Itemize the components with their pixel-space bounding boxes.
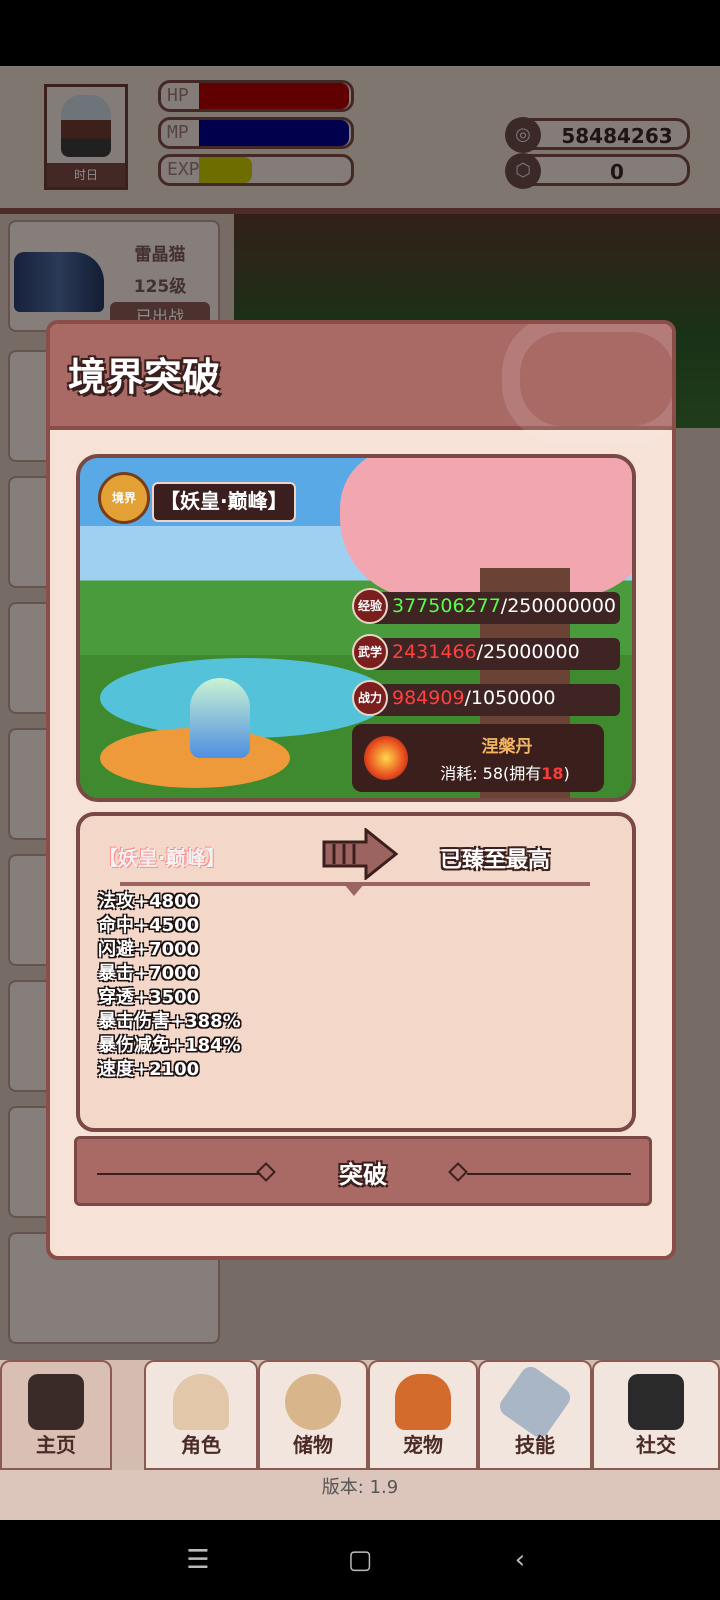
nav-label: 角色 [181,1433,221,1457]
stat-required: /250000000 [500,595,616,617]
system-navigation-bar: ☰ ▢ ‹ [0,1520,720,1600]
realm-bonus-panel: 【妖皇·巅峰】 已臻至最高 法攻+4800 命中+4500 闪避+7000 暴击… [76,812,636,1132]
cost-prefix: 消耗: 58(拥有 [440,764,542,783]
bonus-item: 暴击伤害+388% [98,1011,241,1032]
dialog-title: 境界突破 [68,355,221,399]
button-line-right [467,1173,631,1175]
emblem-decoration [502,324,672,444]
nav-storage[interactable]: 储物 [258,1360,368,1470]
power-icon: 战力 [352,680,388,716]
bonus-item: 闪避+7000 [98,939,200,960]
pill-cost-card[interactable]: 涅槃丹 消耗: 58(拥有18) [352,724,604,792]
stat-required: /25000000 [476,641,580,663]
dialog-header: 境界突破 [50,324,672,444]
next-realm-label: 已臻至最高 [440,848,551,873]
nav-label: 宠物 [403,1433,443,1457]
power-requirement: 战力 984909/1050000 [352,680,620,716]
stat-required: /1050000 [464,687,556,709]
spirit-sprite [190,678,250,758]
stat-current: 377506277 [392,595,501,617]
bonus-list: 法攻+4800 命中+4500 闪避+7000 暴击+7000 穿透+3500 … [98,890,241,1082]
nav-label: 储物 [293,1433,333,1457]
bonus-item: 速度+2100 [98,1059,200,1080]
stat-text: 984909/1050000 [392,687,556,709]
stat-current: 984909 [392,687,465,709]
breakthrough-button[interactable]: 突破 [74,1136,652,1206]
divider-tip [344,884,364,896]
arrow-right-icon [322,828,399,880]
bottom-navigation: 主页 角色 储物 宠物 技能 社交 [0,1360,720,1470]
nav-social[interactable]: 社交 [592,1360,720,1470]
status-bar [0,0,720,66]
pill-cost: 消耗: 58(拥有18) [410,760,600,784]
nav-pet[interactable]: 宠物 [368,1360,478,1470]
back-icon[interactable]: ‹ [500,1544,540,1576]
pill-owned: 18 [541,764,564,783]
experience-requirement: 经验 377506277/250000000 [352,588,620,624]
realm-breakthrough-dialog: 境界突破 境界 【妖皇·巅峰】 经验 377506277/250000000 武… [46,320,676,1260]
stat-current: 2431466 [392,641,477,663]
bonus-item: 命中+4500 [98,915,200,936]
stat-text: 2431466/25000000 [392,641,580,663]
home-icon[interactable]: ▢ [340,1544,380,1576]
pill-name: 涅槃丹 [481,737,533,757]
realm-scene: 境界 【妖皇·巅峰】 经验 377506277/250000000 武学 243… [76,454,636,802]
version-label: 版本: 1.9 [0,1470,720,1520]
pet-fox-icon [395,1374,451,1430]
martial-icon: 武学 [352,634,388,670]
current-realm-label: 【妖皇·巅峰】 [98,846,226,870]
realm-badge-icon: 境界 [98,472,150,524]
nav-label: 技能 [515,1433,555,1457]
pill-icon [364,736,408,780]
cost-suffix: ) [563,764,570,783]
nav-home[interactable]: 主页 [0,1360,112,1470]
bonus-item: 暴击+7000 [98,963,200,984]
bonus-item: 暴伤减免+184% [98,1035,241,1056]
home-gate-icon [28,1374,84,1430]
martial-requirement: 武学 2431466/25000000 [352,634,620,670]
character-icon [173,1374,229,1430]
stat-text: 377506277/250000000 [392,595,616,617]
bonus-item: 法攻+4800 [98,891,200,912]
nav-character[interactable]: 角色 [144,1360,258,1470]
bonus-item: 穿透+3500 [98,987,200,1008]
nav-label: 社交 [636,1433,676,1457]
current-realm-tag: 【妖皇·巅峰】 [152,482,296,522]
handshake-icon [628,1374,684,1430]
experience-icon: 经验 [352,588,388,624]
nav-label: 主页 [36,1433,76,1457]
nav-skills[interactable]: 技能 [478,1360,592,1470]
menu-icon[interactable]: ☰ [178,1544,218,1576]
storage-bag-icon [285,1374,341,1430]
